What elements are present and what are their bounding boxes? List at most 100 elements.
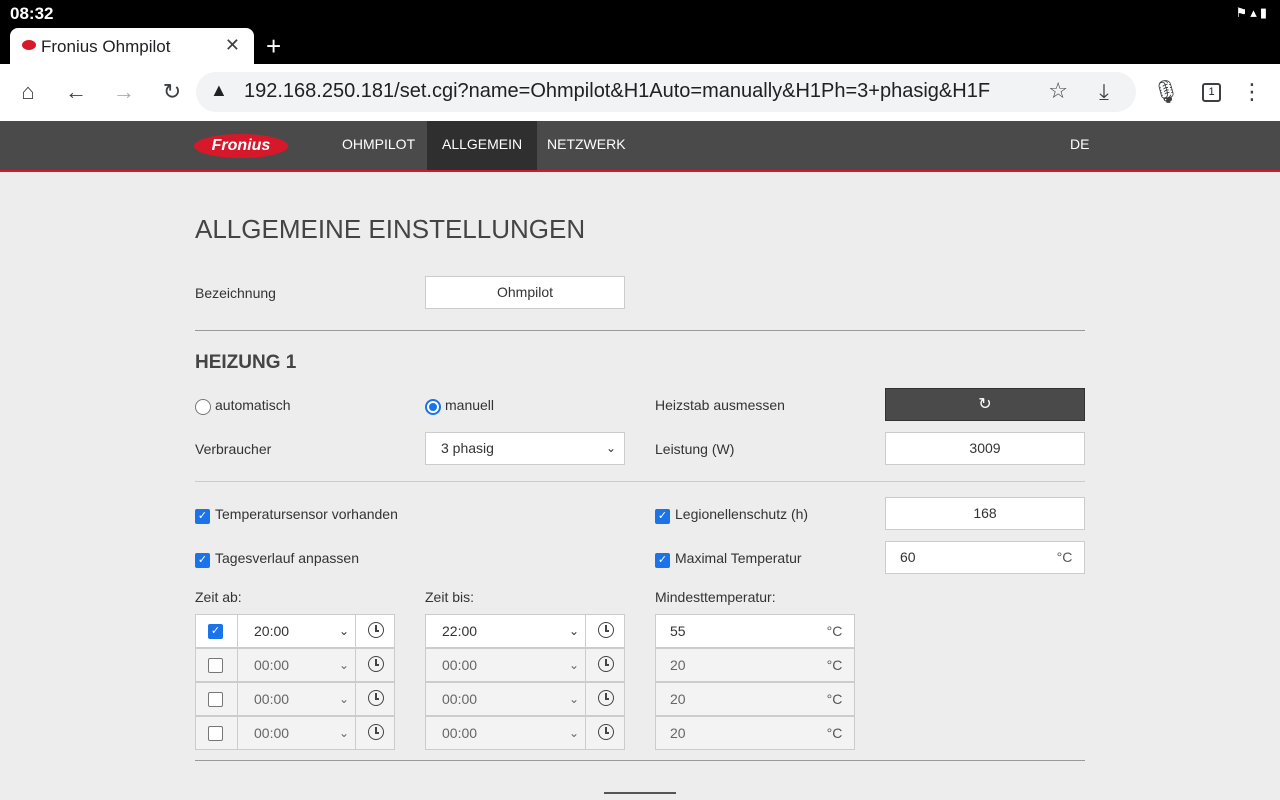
schedule-row-2-to-select[interactable]: 00:00 ⌄ xyxy=(426,649,586,681)
schedule-row-2-from: 00:00 ⌄ xyxy=(195,648,395,682)
leistung-input[interactable]: 3009 xyxy=(885,432,1085,465)
mindesttemp-label: Mindesttemperatur: xyxy=(655,589,776,605)
temp-unit: °C xyxy=(815,716,855,750)
schedule-row-4-temp-input[interactable]: 20 xyxy=(655,716,816,750)
temp-unit: °C xyxy=(815,614,855,648)
schedule-row-2-temp-input[interactable]: 20 xyxy=(655,648,816,682)
bezeichnung-input[interactable]: Ohmpilot xyxy=(425,276,625,309)
to-time: 00:00 xyxy=(442,657,478,673)
gesture-nav-handle[interactable] xyxy=(604,792,676,794)
manuell-label: manuell xyxy=(445,397,495,413)
status-bar: 08:32 ⚑▴▮ xyxy=(0,0,1280,27)
schedule-row-4-to: 00:00 ⌄ xyxy=(425,716,625,750)
nav-ohmpilot[interactable]: OHMPILOT xyxy=(327,121,430,170)
schedule-row-3-from-select[interactable]: 00:00 ⌄ xyxy=(237,683,356,715)
divider xyxy=(195,330,1085,331)
schedule-row-1-to-select[interactable]: 22:00 ⌄ xyxy=(426,615,586,647)
address-bar[interactable]: ▲ 192.168.250.181/set.cgi?name=Ohmpilot&… xyxy=(196,72,1136,112)
nav-netzwerk[interactable]: NETZWERK xyxy=(532,121,641,170)
browser-toolbar: ⌂ ← → ↻ ▲ 192.168.250.181/set.cgi?name=O… xyxy=(0,64,1280,121)
heizung-title: HEIZUNG 1 xyxy=(195,352,297,373)
home-icon[interactable]: ⌂ xyxy=(14,78,42,106)
clock-icon[interactable] xyxy=(598,656,614,672)
tagesverlauf-checkbox[interactable]: ✓ xyxy=(195,553,210,568)
back-icon[interactable]: ← xyxy=(62,78,90,106)
legionellen-checkbox[interactable]: ✓ xyxy=(655,509,670,524)
to-time: 00:00 xyxy=(442,691,478,707)
from-time: 00:00 xyxy=(254,657,290,673)
schedule-row-1-from-select[interactable]: 20:00 ⌄ xyxy=(237,615,356,647)
schedule-row-4-from-select[interactable]: 00:00 ⌄ xyxy=(237,717,356,749)
schedule-row-1-checkbox[interactable]: ✓ xyxy=(208,624,223,639)
forward-icon[interactable]: → xyxy=(110,78,138,106)
schedule-row-1-to: 22:00 ⌄ xyxy=(425,614,625,648)
language-selector[interactable]: DE xyxy=(1070,136,1089,152)
automatisch-label: automatisch xyxy=(215,397,291,413)
download-icon[interactable]: ⤓ xyxy=(1090,78,1118,106)
reload-icon[interactable]: ↻ xyxy=(158,78,186,106)
schedule-row-3-checkbox[interactable] xyxy=(208,692,223,707)
not-secure-warning-icon[interactable]: ▲ xyxy=(210,80,228,101)
maxtemp-unit: °C xyxy=(1045,541,1085,574)
clock-icon[interactable] xyxy=(368,656,384,672)
tempsensor-checkbox[interactable]: ✓ xyxy=(195,509,210,524)
legionellen-input[interactable]: 168 xyxy=(885,497,1085,530)
verbraucher-label: Verbraucher xyxy=(195,441,272,457)
chevron-down-icon: ⌄ xyxy=(568,726,579,740)
status-icons: ⚑▴▮ xyxy=(1235,5,1270,20)
to-time: 22:00 xyxy=(442,623,478,639)
maxtemp-label: Maximal Temperatur xyxy=(675,550,802,566)
schedule-row-3-to-select[interactable]: 00:00 ⌄ xyxy=(426,683,586,715)
temp-unit: °C xyxy=(815,682,855,716)
schedule-row-4-to-select[interactable]: 00:00 ⌄ xyxy=(426,717,586,749)
bezeichnung-label: Bezeichnung xyxy=(195,285,276,301)
radio-manuell[interactable] xyxy=(425,399,441,415)
clock-icon[interactable] xyxy=(598,690,614,706)
schedule-row-2-checkbox[interactable] xyxy=(208,658,223,673)
maxtemp-input[interactable]: 60 xyxy=(885,541,1046,574)
zeit-bis-label: Zeit bis: xyxy=(425,589,475,605)
schedule-row-3-temp-input[interactable]: 20 xyxy=(655,682,816,716)
url-text[interactable]: 192.168.250.181/set.cgi?name=Ohmpilot&H1… xyxy=(244,80,1034,103)
radio-automatisch[interactable] xyxy=(195,399,211,415)
status-time: 08:32 xyxy=(10,4,54,23)
clock-icon[interactable] xyxy=(598,724,614,740)
divider xyxy=(195,481,1085,482)
chevron-down-icon: ⌄ xyxy=(338,624,349,638)
refresh-icon: ↻ xyxy=(978,396,992,413)
chevron-down-icon: ⌄ xyxy=(568,658,579,672)
tab-title: Fronius Ohmpilot xyxy=(41,37,171,56)
fronius-logo: Fronius xyxy=(194,134,288,158)
tab-switcher-button[interactable]: 1 xyxy=(1202,83,1221,102)
heizstab-measure-button[interactable]: ↻ xyxy=(885,388,1085,421)
schedule-row-3-to: 00:00 ⌄ xyxy=(425,682,625,716)
clock-icon[interactable] xyxy=(368,724,384,740)
tagesverlauf-label: Tagesverlauf anpassen xyxy=(215,550,359,566)
clock-icon[interactable] xyxy=(368,690,384,706)
bookmark-star-icon[interactable]: ☆ xyxy=(1048,78,1068,104)
clock-icon[interactable] xyxy=(598,622,614,638)
settings-content: ALLGEMEINE EINSTELLUNGEN Bezeichnung Ohm… xyxy=(195,172,1085,800)
schedule-row-2-to: 00:00 ⌄ xyxy=(425,648,625,682)
close-tab-icon[interactable]: ✕ xyxy=(225,35,240,56)
schedule-row-1-temp-input[interactable]: 55 xyxy=(655,614,816,648)
maxtemp-checkbox[interactable]: ✓ xyxy=(655,553,670,568)
chevron-down-icon: ⌄ xyxy=(338,658,349,672)
chevron-down-icon: ⌄ xyxy=(568,692,579,706)
microphone-icon[interactable]: 🎙 xyxy=(1152,78,1180,106)
chevron-down-icon: ⌄ xyxy=(568,624,579,638)
tempsensor-label: Temperatursensor vorhanden xyxy=(215,506,398,522)
schedule-row-4-from: 00:00 ⌄ xyxy=(195,716,395,750)
new-tab-icon[interactable]: + xyxy=(266,31,281,62)
to-time: 00:00 xyxy=(442,725,478,741)
nav-allgemein[interactable]: ALLGEMEIN xyxy=(427,121,538,170)
schedule-row-2-from-select[interactable]: 00:00 ⌄ xyxy=(237,649,356,681)
verbraucher-select[interactable]: 3 phasig ⌄ xyxy=(425,432,625,465)
schedule-row-4-checkbox[interactable] xyxy=(208,726,223,741)
menu-kebab-icon[interactable]: ⋮ xyxy=(1238,78,1266,106)
clock-icon[interactable] xyxy=(368,622,384,638)
from-time: 00:00 xyxy=(254,691,290,707)
browser-tab[interactable]: Fronius Ohmpilot ✕ xyxy=(10,28,254,64)
heizstab-label: Heizstab ausmessen xyxy=(655,397,785,413)
chevron-down-icon: ⌄ xyxy=(338,692,349,706)
